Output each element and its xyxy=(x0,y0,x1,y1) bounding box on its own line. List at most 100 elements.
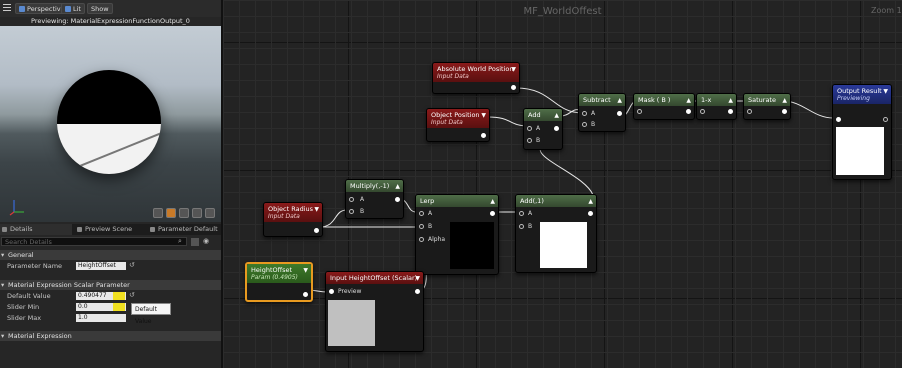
input-pin-a[interactable] xyxy=(419,211,424,216)
node-one-minus[interactable]: 1-x ▲ xyxy=(696,93,737,120)
lerp-preview-swatch xyxy=(450,222,494,269)
node-mask[interactable]: Mask ( B ) ▲ xyxy=(633,93,695,120)
input-pin[interactable] xyxy=(700,109,705,114)
search-details-input[interactable]: Search Details xyxy=(1,237,187,246)
cube-preview-icon[interactable] xyxy=(192,208,202,218)
eye-icon[interactable]: ◉ xyxy=(203,237,209,245)
default-value-tooltip: Default Value xyxy=(131,303,171,325)
grid-view-icon[interactable] xyxy=(191,238,199,246)
output-pin[interactable] xyxy=(588,211,593,216)
tab-parameter-label: Parameter Default xyxy=(158,225,218,233)
output-pin[interactable] xyxy=(883,117,888,122)
tab-details[interactable]: Details xyxy=(0,224,72,235)
node-title: HeightOffset xyxy=(251,266,293,274)
node-add[interactable]: Add ▲ A B xyxy=(523,108,563,150)
input-pin-a[interactable] xyxy=(527,126,532,131)
node-lerp[interactable]: Lerp ▲ A B Alpha xyxy=(415,194,499,275)
chevron-down-icon[interactable]: ▼ xyxy=(314,206,319,213)
chevron-up-icon[interactable]: ▲ xyxy=(728,97,733,104)
input-pin-a[interactable] xyxy=(519,211,524,216)
slider-max-field[interactable]: 1.0 xyxy=(76,314,126,322)
chevron-down-icon[interactable]: ▼ xyxy=(415,275,420,282)
default-value-label: Default Value xyxy=(7,292,51,300)
input-pin-preview[interactable] xyxy=(329,289,334,294)
input-pin[interactable] xyxy=(836,117,841,122)
output-preview-swatch xyxy=(836,127,884,175)
chevron-up-icon[interactable]: ▲ xyxy=(782,97,787,104)
section-general[interactable]: General xyxy=(0,250,221,260)
chevron-up-icon[interactable]: ▲ xyxy=(617,97,622,104)
menu-icon[interactable] xyxy=(3,4,11,12)
input-pin-b[interactable] xyxy=(519,224,524,229)
input-pin-a[interactable] xyxy=(349,197,354,202)
node-absolute-world-position[interactable]: Absolute World Position Input Data ▼ xyxy=(432,62,520,94)
pin-label: Alpha xyxy=(428,236,446,243)
teapot-preview-icon[interactable] xyxy=(205,208,215,218)
node-title: Add(,1) xyxy=(520,197,544,205)
default-value-highlight-icon xyxy=(113,292,125,300)
input-pin-b[interactable] xyxy=(582,122,587,127)
slider-min-label: Slider Min xyxy=(7,303,40,311)
node-multiply[interactable]: Multiply(,-1) ▲ A B xyxy=(345,179,404,219)
input-pin-a[interactable] xyxy=(582,111,587,116)
chevron-up-icon[interactable]: ▲ xyxy=(588,198,593,205)
node-title: Mask ( B ) xyxy=(638,96,671,104)
node-object-position[interactable]: Object Position Input Data ▼ xyxy=(426,108,490,142)
sphere-preview-icon[interactable] xyxy=(166,208,176,218)
input-pin-alpha[interactable] xyxy=(419,237,424,242)
section-material-expression[interactable]: Material Expression xyxy=(0,331,221,341)
pin-label: Preview xyxy=(338,288,362,295)
show-label: Show xyxy=(91,5,109,13)
node-height-offset-param[interactable]: HeightOffset Param (0.4905) ▼ xyxy=(245,262,313,302)
chevron-up-icon[interactable]: ▲ xyxy=(395,183,400,190)
chevron-down-icon[interactable]: ▼ xyxy=(303,267,308,274)
output-pin[interactable] xyxy=(782,109,787,114)
output-pin[interactable] xyxy=(686,109,691,114)
node-add-one[interactable]: Add(,1) ▲ A B xyxy=(515,194,597,273)
input-pin[interactable] xyxy=(637,109,642,114)
output-pin[interactable] xyxy=(511,85,516,90)
reset-icon[interactable]: ↺ xyxy=(129,261,135,269)
node-object-radius[interactable]: Object Radius Input Data ▼ xyxy=(263,202,323,237)
node-subtitle: Input Data xyxy=(431,119,463,126)
chevron-up-icon[interactable]: ▲ xyxy=(686,97,691,104)
material-preview-viewport[interactable] xyxy=(0,26,221,222)
show-button[interactable]: Show xyxy=(87,3,113,14)
input-pin[interactable] xyxy=(747,109,752,114)
output-pin[interactable] xyxy=(617,111,622,116)
output-pin[interactable] xyxy=(554,126,559,131)
section-scalar-parameter[interactable]: Material Expression Scalar Parameter xyxy=(0,280,221,290)
tab-preview-scene-settings[interactable]: Preview Scene Sett xyxy=(75,224,145,244)
output-pin[interactable] xyxy=(395,197,400,202)
chevron-down-icon[interactable]: ▼ xyxy=(883,88,888,95)
node-subtract[interactable]: Subtract ▲ A B xyxy=(578,93,626,132)
output-pin[interactable] xyxy=(728,109,733,114)
tab-details-label: Details xyxy=(10,225,33,233)
chevron-up-icon[interactable]: ▲ xyxy=(554,112,559,119)
output-pin[interactable] xyxy=(303,292,308,297)
output-pin[interactable] xyxy=(314,228,319,233)
lit-button[interactable]: Lit xyxy=(61,3,85,14)
input-pin-b[interactable] xyxy=(419,224,424,229)
parameter-name-field[interactable]: HeightOffset xyxy=(76,262,126,270)
reset-default-icon[interactable]: ↺ xyxy=(129,291,135,299)
chevron-down-icon[interactable]: ▼ xyxy=(481,112,486,119)
input-pin-b[interactable] xyxy=(527,138,532,143)
node-input-height-offset[interactable]: Input HeightOffset (Scalar) ▼ Preview xyxy=(325,271,424,352)
output-pin[interactable] xyxy=(415,289,420,294)
viewport-toolbar: Perspective Lit Show xyxy=(0,0,221,17)
chevron-down-icon[interactable]: ▼ xyxy=(511,66,516,73)
cylinder-preview-icon[interactable] xyxy=(153,208,163,218)
chevron-up-icon[interactable]: ▲ xyxy=(490,198,495,205)
node-saturate[interactable]: Saturate ▲ xyxy=(743,93,791,120)
output-pin[interactable] xyxy=(481,133,486,138)
details-tabbar: Details Preview Scene Sett Parameter Def… xyxy=(0,224,221,244)
material-graph-canvas[interactable]: MF_WorldOffest Zoom 1 Absolute World Pos… xyxy=(223,0,902,368)
input-pin-b[interactable] xyxy=(349,209,354,214)
output-pin[interactable] xyxy=(490,211,495,216)
plane-preview-icon[interactable] xyxy=(179,208,189,218)
node-output-result[interactable]: Output Result Previewing ▼ xyxy=(832,84,892,180)
node-title: Add xyxy=(528,111,541,119)
pin-label: A xyxy=(528,210,533,217)
tab-parameter-defaults[interactable]: Parameter Default xyxy=(148,224,221,235)
